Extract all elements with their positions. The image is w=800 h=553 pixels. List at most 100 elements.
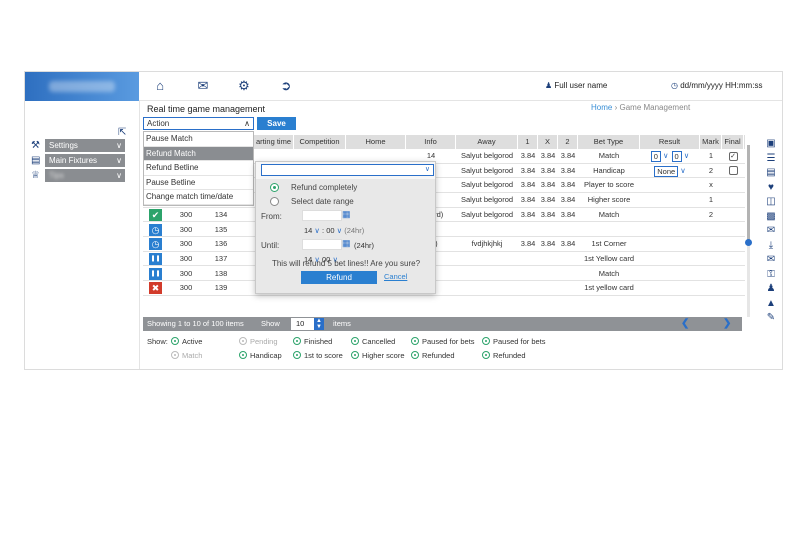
gear-icon[interactable]: ⚙ <box>236 78 252 94</box>
legend-filter[interactable]: Match <box>171 351 202 360</box>
expand-icon[interactable]: ⇱ <box>118 127 126 138</box>
table-row[interactable]: ❚❚ 300 138 Match <box>143 267 745 282</box>
key-icon[interactable]: ⚿ <box>759 268 782 283</box>
menu-item-pause-betline[interactable]: Pause Betline <box>144 176 253 190</box>
next-page-icon[interactable]: ❯ <box>723 317 731 331</box>
menu-item-pause-match[interactable]: Pause Match <box>144 132 253 147</box>
menu-item-refund-match[interactable]: Refund Match <box>144 146 253 161</box>
col-away[interactable]: Away <box>456 135 518 149</box>
right-toolbar: ▣ ☰ ▤ ♥ ◫ ▩ ✉ ⤓ ✉ ⚿ ♟ ▲ ✎ <box>759 137 782 337</box>
cell-o1: 3.84 <box>520 239 536 249</box>
clock-icon[interactable]: ◷ <box>149 238 162 251</box>
table-row[interactable]: ◷ 300 135 <box>143 223 745 237</box>
cell-b: 138 <box>214 268 228 278</box>
action-select[interactable]: Action ∧ <box>143 117 254 130</box>
check-icon[interactable]: ✔ <box>149 208 162 221</box>
card-icon[interactable]: ▣ <box>759 137 782 152</box>
wallet-icon[interactable]: ▤ <box>759 166 782 181</box>
legend-filter[interactable]: Finished <box>293 337 332 346</box>
cell-o1: 3.84 <box>520 165 536 175</box>
heart-icon[interactable]: ♥ <box>759 181 782 196</box>
calendar-icon[interactable]: ▦ <box>342 238 351 249</box>
legend-filter[interactable]: Handicap <box>239 351 282 360</box>
result-home-select[interactable]: 0 <box>650 151 661 163</box>
logout-icon[interactable]: ➲ <box>278 78 294 94</box>
legend-filter[interactable]: Active <box>171 337 202 346</box>
refund-target-select[interactable]: ∨ <box>261 164 434 176</box>
table-scrollbar[interactable] <box>745 145 752 317</box>
until-date-input[interactable] <box>302 239 342 250</box>
legend-filter[interactable]: 1st to score <box>293 351 343 360</box>
from-minute[interactable]: 00 <box>326 226 334 235</box>
envelope-icon[interactable]: ✉ <box>759 224 782 239</box>
user-menu[interactable]: ♟ Full user name <box>545 81 607 90</box>
users-icon[interactable]: ♟ <box>759 282 782 297</box>
save-button[interactable]: Save <box>257 117 296 130</box>
final-checkbox[interactable]: ✓ <box>728 152 738 161</box>
legend-filter[interactable]: Paused for bets <box>482 337 546 346</box>
graduation-icon[interactable]: ▲ <box>759 297 782 312</box>
col-bet-type[interactable]: Bet Type <box>578 135 640 149</box>
refund-dialog: ∨ Refund completely Select date range Fr… <box>255 161 436 294</box>
col-1[interactable]: 1 <box>518 135 538 149</box>
sidebar-item-tips[interactable]: ♕ Tips ∨ <box>31 169 125 182</box>
result-home-select[interactable]: None <box>654 165 679 177</box>
radio-date-range[interactable] <box>270 197 279 206</box>
edit-icon[interactable]: ✎ <box>759 311 782 326</box>
legend-filter[interactable]: Paused for bets <box>411 337 475 346</box>
page-size-stepper[interactable]: ▲ ▼ <box>314 318 324 330</box>
legend-label: Higher score <box>362 351 405 360</box>
col-info[interactable]: Info <box>406 135 456 149</box>
radio-refund-completely[interactable] <box>270 183 279 192</box>
home-icon[interactable]: ⌂ <box>152 78 168 94</box>
table-row[interactable]: ❚❚30013721st Yellow card <box>143 252 745 267</box>
pause-icon[interactable]: ❚❚ <box>149 267 162 280</box>
breadcrumb-home[interactable]: Home <box>591 103 612 112</box>
table-row[interactable]: ✖30013921st yellow card <box>143 281 745 296</box>
col-starting-time[interactable]: arting time <box>254 135 294 149</box>
clock-icon[interactable]: ◷ <box>149 223 162 236</box>
menu-item-change-time[interactable]: Change match time/date <box>144 190 253 205</box>
folder-icon[interactable]: ◫ <box>759 195 782 210</box>
table-row[interactable]: ◷300136ner)fvdjhkjhkj3.843.843.841st Cor… <box>143 237 745 252</box>
list-icon[interactable]: ☰ <box>759 152 782 167</box>
prev-page-icon[interactable]: ❮ <box>681 317 689 331</box>
col-2[interactable]: 2 <box>558 135 578 149</box>
cell-a: 300 <box>179 283 193 293</box>
sidebar-item-settings[interactable]: ⚒ Settings ∨ <box>31 139 125 152</box>
col-home[interactable]: Home <box>346 135 406 149</box>
final-checkbox[interactable] <box>728 165 738 175</box>
cancel-link[interactable]: Cancel <box>384 272 407 281</box>
cell-a: 300 <box>179 253 193 263</box>
legend-filter[interactable]: Refunded <box>482 351 526 360</box>
col-x[interactable]: X <box>538 135 558 149</box>
from-date-input[interactable] <box>302 210 342 221</box>
calendar-icon[interactable]: ▦ <box>342 209 351 220</box>
col-final[interactable]: Final <box>722 135 744 149</box>
cell-mark <box>700 223 722 237</box>
cell-ox <box>538 252 558 266</box>
cell-ox: 3.84 <box>540 239 556 249</box>
legend-filter[interactable]: Refunded <box>411 351 455 360</box>
chevron-down-icon: ∨ <box>660 151 669 160</box>
cell-ox: 3.84 <box>540 209 556 219</box>
download-icon[interactable]: ⤓ <box>759 239 782 254</box>
legend-filter[interactable]: Higher score <box>351 351 405 360</box>
cell-mark <box>700 281 722 295</box>
col-mark[interactable]: Mark <box>700 135 722 149</box>
col-competition[interactable]: Competition <box>294 135 346 149</box>
sidebar-item-main-fixtures[interactable]: ▤ Main Fixtures ∨ <box>31 154 125 167</box>
cancel-icon[interactable]: ✖ <box>149 282 162 295</box>
menu-item-refund-betline[interactable]: Refund Betline <box>144 161 253 176</box>
refund-button[interactable]: Refund <box>301 271 377 284</box>
col-result[interactable]: Result <box>640 135 700 149</box>
pause-icon[interactable]: ❚❚ <box>149 252 162 265</box>
bullhorn-icon[interactable]: ✉ <box>759 253 782 268</box>
result-away-select[interactable]: 0 <box>671 151 682 163</box>
table-row[interactable]: ✔300134w card)Salyut belgorod3.843.843.8… <box>143 208 745 223</box>
legend-filter[interactable]: Pending <box>239 337 278 346</box>
legend-filter[interactable]: Cancelled <box>351 337 395 346</box>
from-time[interactable]: 14 ∨ : 00 ∨ (24hr) <box>304 226 364 235</box>
mail-icon[interactable]: ✉ <box>195 78 211 94</box>
briefcase-icon[interactable]: ▩ <box>759 210 782 225</box>
